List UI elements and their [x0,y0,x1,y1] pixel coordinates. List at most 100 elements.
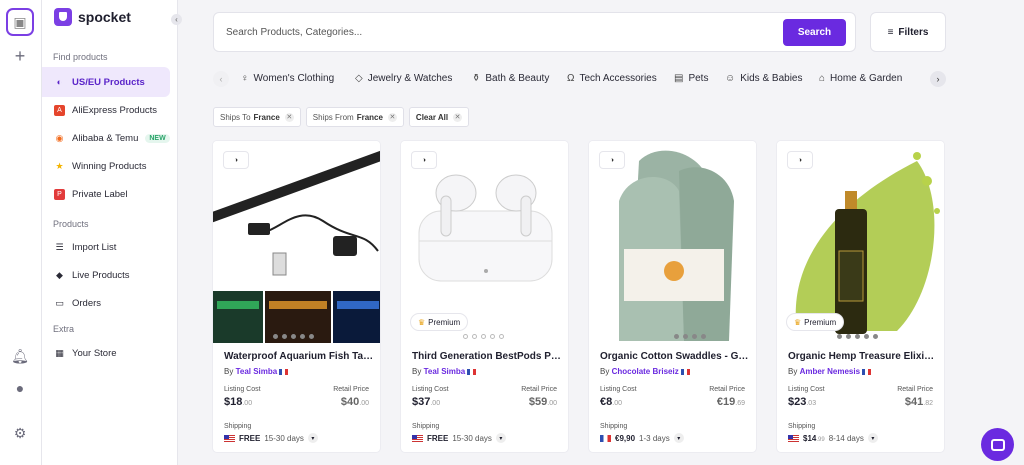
chat-bubble-icon[interactable]: ● [6,374,34,402]
gear-icon[interactable]: ⚙ [6,419,34,447]
chevron-left-icon[interactable]: ‹ [213,71,229,87]
bell-icon[interactable]: 🔔︎ [6,342,34,370]
sidebar-item-us-eu-products[interactable]: ◐ US/EU Products [42,67,170,97]
search-input[interactable]: Search Products, Categories... [226,27,362,38]
supplier-link[interactable]: Amber Nemesis [800,367,860,376]
chevron-down-icon[interactable]: ▾ [307,433,318,443]
logo[interactable]: spocket [54,8,131,26]
france-flag-icon [680,368,690,375]
category-home-garden[interactable]: ⌂ Home & Garden [819,73,902,84]
product-title[interactable]: Organic Hemp Treasure Elixir ... [788,351,938,362]
carousel-dots[interactable] [463,334,504,339]
premium-badge: ♛ Premium [410,313,469,331]
chip-clear-all[interactable]: Clear All ✕ [408,107,470,127]
supplier-link[interactable]: Teal Simba [236,367,278,376]
sidebar-item-private-label[interactable]: P Private Label [42,180,170,208]
aliexpress-icon: A [54,104,65,116]
supplier-link[interactable]: Chocolate Briseiz [612,367,679,376]
headphones-icon: Ω [567,73,575,84]
category-tech-accessories[interactable]: Ω Tech Accessories [567,73,657,84]
category-pets[interactable]: ▤ Pets [674,73,708,84]
support-chat-button[interactable] [981,428,1014,461]
shipping-info[interactable]: $14.99 8-14 days ▾ [788,433,878,443]
category-bath-beauty[interactable]: ⚱ Bath & Beauty [472,73,549,84]
category-label: Bath & Beauty [485,73,550,84]
shipping-info[interactable]: €9,90 1-3 days ▾ [600,433,684,443]
close-icon[interactable]: ✕ [387,112,397,122]
sidebar-item-your-store[interactable]: ▦ Your Store [42,339,170,367]
category-kids-babies[interactable]: ☺ Kids & Babies [725,73,802,84]
filters-button[interactable]: ≡ Filters [870,12,946,52]
shipping-info[interactable]: FREE 15-30 days ▾ [224,433,318,443]
chip-ships-from[interactable]: Ships From France ✕ [305,107,404,127]
carousel-dots[interactable] [837,334,878,339]
listing-cost-label: Listing Cost [600,386,637,393]
supplier-logo: ◑ [223,151,249,169]
filter-lines-icon: ≡ [887,26,894,38]
store-switcher-icon[interactable]: ▣ [6,8,34,36]
category-label: Jewelry & Watches [367,73,453,84]
product-image[interactable] [213,141,380,343]
product-title[interactable]: Organic Cotton Swaddles - Gr... [600,351,750,362]
app-rail: ▣ + 🔔︎ ● ⚙ [0,0,42,465]
product-card[interactable]: ◑ Waterproof Aquarium Fish Tan... By Tea… [212,140,381,453]
category-womens-clothing[interactable]: ♀ Women's Clothing [241,73,334,84]
chevron-down-icon[interactable]: ▾ [495,433,506,443]
carousel-dots[interactable] [674,334,706,339]
chip-prefix: Ships From [312,112,354,122]
chevron-right-icon[interactable]: › [930,71,946,87]
france-flag-icon [862,368,872,375]
chip-prefix: Clear All [415,112,449,122]
retail-price: $40.00 [341,396,369,408]
chip-value: France [356,112,383,122]
product-title[interactable]: Third Generation BestPods Pr... [412,351,562,362]
sidebar-item-winning-products[interactable]: ★ Winning Products [42,152,170,180]
listing-cost-cents: .00 [612,400,622,407]
carousel-dots[interactable] [273,334,314,339]
chevron-down-icon[interactable]: ▾ [673,433,684,443]
by-label: By [224,367,234,376]
add-store-icon[interactable]: + [6,42,34,70]
category-jewelry-watches[interactable]: ◇ Jewelry & Watches [355,73,452,84]
sidebar-item-alibaba-temu[interactable]: ◉ Alibaba & Temu NEW [42,124,170,152]
supplier-logo: ◑ [411,151,437,169]
premium-label: Premium [804,317,837,327]
chip-ships-to[interactable]: Ships To France ✕ [213,107,301,127]
close-icon[interactable]: ✕ [284,112,294,122]
sidebar-item-live-products[interactable]: ◆ Live Products [42,261,170,289]
home-icon: ⌂ [819,73,826,84]
sidebar-item-import-list[interactable]: ☰ Import List [42,233,170,261]
store-icon: ▦ [55,347,64,358]
product-title[interactable]: Waterproof Aquarium Fish Tan... [224,351,374,362]
shipping-days: 15-30 days [264,433,304,443]
sidebar-item-label: AliExpress Products [72,104,158,116]
collapse-sidebar-icon[interactable]: ‹ [171,14,182,25]
chevron-down-icon[interactable]: ▾ [867,433,878,443]
shipping-info[interactable]: FREE 15-30 days ▾ [412,433,506,443]
supplier-logo: ◑ [599,151,625,169]
close-icon[interactable]: ✕ [453,112,463,122]
sidebar-item-orders[interactable]: ▭ Orders [42,289,170,317]
product-card[interactable]: ◑ ♛ Premium Third Generation BestPods Pr.… [400,140,569,453]
section-extra: Extra [53,324,75,334]
product-card[interactable]: ◑ Organic Cotton Swaddles - Gr... By Cho… [588,140,757,453]
bottle-icon: ⚱ [472,73,481,84]
search-button[interactable]: Search [783,19,846,46]
chip-value: France [253,112,280,122]
retail-price: $41.82 [905,396,933,408]
listing-cost-cents: .03 [806,400,817,407]
pet-icon: ▤ [674,73,684,84]
retail-price-label: Retail Price [709,386,745,393]
search-bar[interactable]: Search Products, Categories... Search [213,12,856,52]
shipping-label: Shipping [224,423,252,430]
sidebar-item-label: US/EU Products [72,76,145,88]
us-flag-icon [224,434,235,442]
sidebar-item-aliexpress[interactable]: A AliExpress Products [42,96,170,124]
retail-price: $59.00 [529,396,557,408]
product-card[interactable]: ◑ ♛ Premium Organic Hemp Treasure Elixir … [776,140,945,453]
supplier-link[interactable]: Teal Simba [424,367,466,376]
listing-cost-label: Listing Cost [412,386,449,393]
alibaba-icon: ◉ [55,132,64,143]
listing-cost-label: Listing Cost [224,386,261,393]
product-image[interactable] [589,141,756,343]
